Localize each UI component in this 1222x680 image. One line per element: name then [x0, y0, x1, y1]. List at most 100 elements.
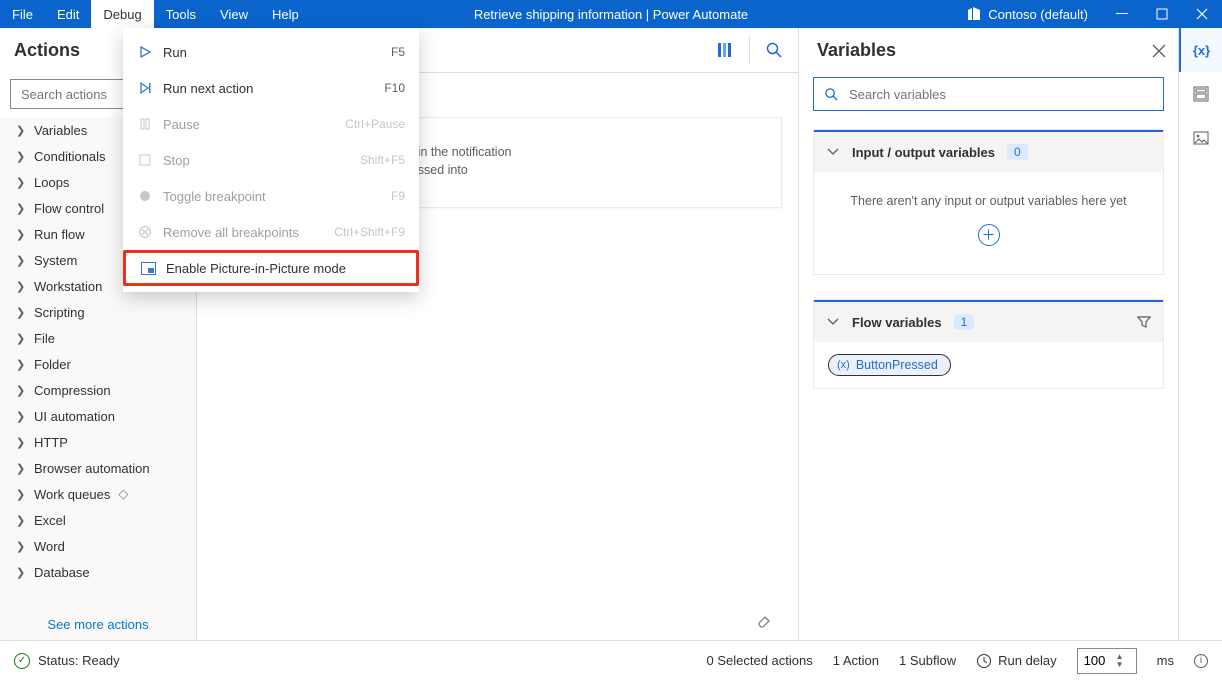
chevron-right-icon: ❯	[16, 332, 26, 345]
variables-search[interactable]	[813, 77, 1164, 111]
rail-ui-elements-button[interactable]	[1179, 72, 1222, 116]
rail-variables-button[interactable]: {x}	[1179, 28, 1222, 72]
chevron-right-icon: ❯	[16, 488, 26, 501]
chevron-right-icon: ❯	[16, 306, 26, 319]
search-flow-icon[interactable]	[756, 32, 792, 68]
chevron-right-icon: ❯	[16, 462, 26, 475]
building-icon	[966, 6, 982, 22]
maximize-button[interactable]	[1142, 0, 1182, 28]
status-text: Status: Ready	[38, 653, 120, 668]
flow-variables-count: 1	[954, 314, 975, 330]
variables-search-input[interactable]	[847, 86, 1153, 103]
status-bar: ✓ Status: Ready 0 Selected actions 1 Act…	[0, 640, 1222, 680]
add-io-variable-button[interactable]: ＋	[978, 224, 1000, 246]
clock-icon	[976, 653, 992, 669]
chevron-right-icon: ❯	[16, 280, 26, 293]
debug-menu-pause: PauseCtrl+Pause	[123, 106, 419, 142]
info-icon[interactable]: i	[1194, 654, 1208, 668]
pause-icon	[137, 116, 153, 132]
actions-group-folder[interactable]: ❯Folder	[0, 351, 196, 377]
title-right-cluster: Contoso (default)	[952, 0, 1222, 28]
menu-view[interactable]: View	[208, 0, 260, 28]
menu-bar: FileEditDebugToolsViewHelp	[0, 0, 311, 28]
debug-menu-remove-all-breakpoints: Remove all breakpointsCtrl+Shift+F9	[123, 214, 419, 250]
see-more-actions-link[interactable]: See more actions	[47, 617, 148, 632]
flow-variable-name: ButtonPressed	[856, 358, 938, 372]
actions-group-browser-automation[interactable]: ❯Browser automation	[0, 455, 196, 481]
run-delay-input[interactable]: ▲▼	[1077, 648, 1137, 674]
premium-icon: ◇	[118, 486, 128, 502]
actions-count: 1 Action	[833, 653, 879, 668]
right-icon-rail: {x}	[1178, 28, 1222, 640]
actions-group-scripting[interactable]: ❯Scripting	[0, 299, 196, 325]
chevron-right-icon: ❯	[16, 540, 26, 553]
debug-menu-run[interactable]: RunF5	[123, 34, 419, 70]
search-icon	[824, 87, 839, 102]
status-ok-icon: ✓	[14, 653, 30, 669]
flow-variables-header[interactable]: Flow variables 1	[814, 300, 1163, 342]
run-delay-value[interactable]	[1078, 652, 1116, 669]
actions-group-work-queues[interactable]: ❯Work queues ◇	[0, 481, 196, 507]
spin-down[interactable]: ▼	[1116, 661, 1124, 669]
rail-images-button[interactable]	[1179, 116, 1222, 160]
debug-menu-run-next-action[interactable]: Run next actionF10	[123, 70, 419, 106]
org-switcher[interactable]: Contoso (default)	[952, 6, 1102, 22]
io-variables-empty-text: There aren't any input or output variabl…	[826, 194, 1151, 208]
chevron-right-icon: ❯	[16, 124, 26, 137]
chevron-right-icon: ❯	[16, 202, 26, 215]
variables-panel: Variables Input / output variables 0 The…	[798, 28, 1178, 640]
chevron-right-icon: ❯	[16, 410, 26, 423]
chevron-right-icon: ❯	[16, 436, 26, 449]
menu-debug[interactable]: Debug	[91, 0, 153, 28]
actions-group-compression[interactable]: ❯Compression	[0, 377, 196, 403]
debug-menu-dropdown: RunF5Run next actionF10PauseCtrl+PauseSt…	[123, 28, 419, 292]
remove-bp-icon	[137, 224, 153, 240]
menu-help[interactable]: Help	[260, 0, 311, 28]
actions-group-word[interactable]: ❯Word	[0, 533, 196, 559]
debug-menu-toggle-breakpoint: Toggle breakpointF9	[123, 178, 419, 214]
minimize-button[interactable]	[1102, 0, 1142, 28]
title-bar: FileEditDebugToolsViewHelp Retrieve ship…	[0, 0, 1222, 28]
play-next-icon	[137, 80, 153, 96]
actions-group-database[interactable]: ❯Database	[0, 559, 196, 585]
variable-icon: (x)	[837, 359, 850, 371]
org-name: Contoso (default)	[988, 7, 1088, 22]
chevron-right-icon: ❯	[16, 176, 26, 189]
io-variables-section: Input / output variables 0 There aren't …	[813, 129, 1164, 275]
variables-title: Variables	[817, 40, 896, 61]
menu-file[interactable]: File	[0, 0, 45, 28]
chevron-right-icon: ❯	[16, 228, 26, 241]
actions-group-http[interactable]: ❯HTTP	[0, 429, 196, 455]
chevron-right-icon: ❯	[16, 514, 26, 527]
debug-menu-enable-picture-in-picture-mode[interactable]: Enable Picture-in-Picture mode	[123, 250, 419, 286]
io-variables-title: Input / output variables	[852, 145, 995, 160]
io-variables-count: 0	[1007, 144, 1028, 160]
actions-group-excel[interactable]: ❯Excel	[0, 507, 196, 533]
actions-group-ui-automation[interactable]: ❯UI automation	[0, 403, 196, 429]
chevron-down-icon	[826, 145, 840, 159]
flow-variable-pill[interactable]: (x) ButtonPressed	[828, 354, 951, 376]
variables-close-button[interactable]	[1152, 44, 1166, 58]
pip-icon	[140, 260, 156, 276]
actions-group-file[interactable]: ❯File	[0, 325, 196, 351]
chevron-right-icon: ❯	[16, 358, 26, 371]
flow-variables-section: Flow variables 1 (x) ButtonPressed	[813, 299, 1164, 389]
selected-actions-count: 0 Selected actions	[707, 653, 813, 668]
chevron-down-icon	[826, 315, 840, 329]
menu-edit[interactable]: Edit	[45, 0, 91, 28]
stop-icon	[137, 152, 153, 168]
subflows-count: 1 Subflow	[899, 653, 956, 668]
flow-variables-title: Flow variables	[852, 315, 942, 330]
recorder-icon[interactable]	[707, 32, 743, 68]
chevron-right-icon: ❯	[16, 384, 26, 397]
menu-tools[interactable]: Tools	[154, 0, 208, 28]
chevron-right-icon: ❯	[16, 254, 26, 267]
io-variables-header[interactable]: Input / output variables 0	[814, 130, 1163, 172]
chevron-right-icon: ❯	[16, 150, 26, 163]
run-delay-unit: ms	[1157, 653, 1174, 668]
dot-icon	[137, 188, 153, 204]
close-button[interactable]	[1182, 0, 1222, 28]
run-delay-label: Run delay	[998, 653, 1057, 668]
eraser-icon[interactable]	[756, 610, 774, 628]
filter-icon[interactable]	[1137, 315, 1151, 329]
